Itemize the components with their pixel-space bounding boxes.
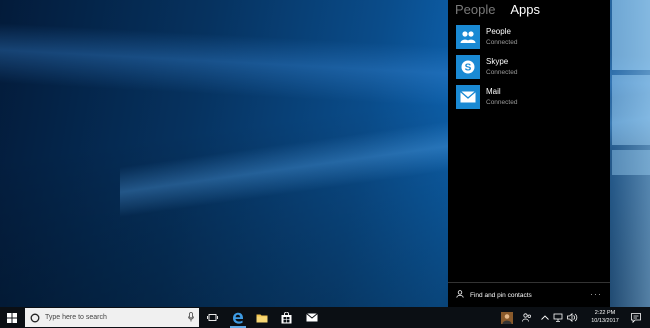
app-name: People xyxy=(486,26,511,36)
file-explorer-icon[interactable] xyxy=(251,307,273,328)
chevron-up-icon[interactable] xyxy=(539,307,551,328)
cortana-icon xyxy=(30,313,40,322)
mail-icon[interactable] xyxy=(301,307,323,328)
people-flyout: People Apps People Connected S Skype Con… xyxy=(448,0,610,307)
people-bar-icon[interactable] xyxy=(519,307,535,328)
app-status: Connected xyxy=(486,38,518,46)
tab-people[interactable]: People xyxy=(455,2,495,17)
clock[interactable]: 2:22 PM 10/13/2017 xyxy=(585,309,625,325)
person-icon xyxy=(456,290,464,300)
clock-date: 10/13/2017 xyxy=(591,318,619,324)
volume-icon[interactable] xyxy=(565,307,579,328)
svg-text:S: S xyxy=(465,63,472,74)
start-button[interactable] xyxy=(0,307,24,328)
wallpaper-window-pane xyxy=(612,75,650,145)
app-item-people[interactable]: People Connected xyxy=(456,24,606,50)
network-icon[interactable] xyxy=(552,307,564,328)
wallpaper-window-pane xyxy=(612,150,650,175)
people-icon xyxy=(456,25,480,49)
search-placeholder: Type here to search xyxy=(45,314,107,321)
search-box[interactable]: Type here to search xyxy=(25,308,199,327)
edge-icon[interactable] xyxy=(227,307,249,328)
skype-icon: S xyxy=(456,55,480,79)
microphone-icon[interactable] xyxy=(188,312,194,322)
action-center-icon[interactable] xyxy=(628,307,644,328)
clock-time: 2:22 PM xyxy=(594,310,616,316)
more-options-button[interactable]: ··· xyxy=(590,289,602,299)
app-name: Mail xyxy=(486,86,501,96)
app-status: Connected xyxy=(486,98,518,106)
windows-logo-icon xyxy=(7,312,17,323)
app-item-mail[interactable]: Mail Connected xyxy=(456,84,606,110)
app-item-skype[interactable]: S Skype Connected xyxy=(456,54,606,80)
find-label: Find and pin contacts xyxy=(470,291,532,299)
task-view-icon[interactable] xyxy=(201,307,223,328)
people-contact-icon[interactable] xyxy=(497,307,517,328)
flyout-tabs: People Apps xyxy=(455,2,552,17)
store-icon[interactable] xyxy=(275,307,297,328)
mail-icon xyxy=(456,85,480,109)
find-and-pin-contacts-button[interactable]: Find and pin contacts ··· xyxy=(448,282,610,307)
wallpaper-window-pane xyxy=(612,0,650,70)
tab-apps[interactable]: Apps xyxy=(510,2,540,17)
app-status: Connected xyxy=(486,68,518,76)
taskbar: Type here to search 2:22 PM 10/13/2017 xyxy=(0,307,650,328)
app-name: Skype xyxy=(486,56,509,66)
